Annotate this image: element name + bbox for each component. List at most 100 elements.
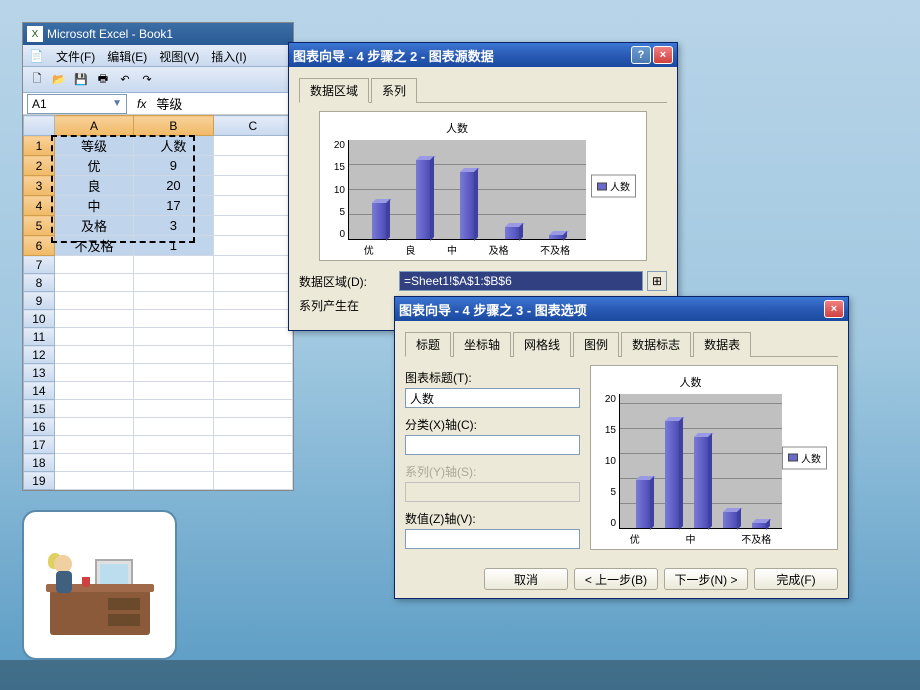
cell-A17[interactable]: [54, 436, 133, 454]
close-icon[interactable]: ×: [824, 300, 844, 318]
cell-A11[interactable]: [54, 328, 133, 346]
menu-insert[interactable]: 插入(I): [205, 45, 252, 66]
row-header-11[interactable]: 11: [24, 328, 55, 346]
cell-A13[interactable]: [54, 364, 133, 382]
tab-datatable[interactable]: 数据表: [693, 332, 751, 357]
cell-B3[interactable]: 20: [134, 176, 213, 196]
cell-B14[interactable]: [134, 382, 213, 400]
cell-B18[interactable]: [134, 454, 213, 472]
undo-icon[interactable]: ↶: [115, 70, 135, 90]
menu-view[interactable]: 视图(V): [153, 45, 205, 66]
wizard3-titlebar[interactable]: 图表向导 - 4 步骤之 3 - 图表选项 ×: [395, 297, 848, 321]
new-icon[interactable]: 🗋: [27, 70, 47, 90]
row-header-2[interactable]: 2: [24, 156, 55, 176]
value-axis-input[interactable]: [405, 529, 580, 549]
cell-A18[interactable]: [54, 454, 133, 472]
doc-icon[interactable]: 📄: [23, 45, 50, 66]
row-header-18[interactable]: 18: [24, 454, 55, 472]
cell-B8[interactable]: [134, 274, 213, 292]
cell-B5[interactable]: 3: [134, 216, 213, 236]
cell-C4[interactable]: [213, 196, 292, 216]
row-header-16[interactable]: 16: [24, 418, 55, 436]
cell-B9[interactable]: [134, 292, 213, 310]
row-header-10[interactable]: 10: [24, 310, 55, 328]
cell-C2[interactable]: [213, 156, 292, 176]
tab-axes[interactable]: 坐标轴: [453, 332, 511, 357]
row-header-15[interactable]: 15: [24, 400, 55, 418]
row-header-5[interactable]: 5: [24, 216, 55, 236]
cell-C15[interactable]: [213, 400, 292, 418]
cell-B4[interactable]: 17: [134, 196, 213, 216]
tab-gridlines[interactable]: 网格线: [513, 332, 571, 357]
print-icon[interactable]: 🖶: [93, 70, 113, 90]
cell-B6[interactable]: 1: [134, 236, 213, 256]
data-range-input[interactable]: [399, 271, 643, 291]
cell-C16[interactable]: [213, 418, 292, 436]
wizard2-titlebar[interactable]: 图表向导 - 4 步骤之 2 - 图表源数据 ? ×: [289, 43, 677, 67]
cancel-button[interactable]: 取消: [484, 568, 568, 590]
col-header-B[interactable]: B: [134, 116, 213, 136]
col-header-A[interactable]: A: [54, 116, 133, 136]
row-header-19[interactable]: 19: [24, 472, 55, 490]
chevron-down-icon[interactable]: ▼: [112, 98, 122, 109]
cell-C18[interactable]: [213, 454, 292, 472]
row-header-1[interactable]: 1: [24, 136, 55, 156]
tab-series[interactable]: 系列: [371, 78, 417, 103]
cell-B15[interactable]: [134, 400, 213, 418]
cell-A14[interactable]: [54, 382, 133, 400]
cell-C10[interactable]: [213, 310, 292, 328]
cell-A6[interactable]: 不及格: [54, 236, 133, 256]
redo-icon[interactable]: ↷: [137, 70, 157, 90]
row-header-14[interactable]: 14: [24, 382, 55, 400]
cell-A12[interactable]: [54, 346, 133, 364]
cell-B17[interactable]: [134, 436, 213, 454]
cell-A19[interactable]: [54, 472, 133, 490]
cell-B7[interactable]: [134, 256, 213, 274]
cell-C9[interactable]: [213, 292, 292, 310]
name-box[interactable]: A1 ▼: [27, 94, 127, 114]
cell-A16[interactable]: [54, 418, 133, 436]
row-header-9[interactable]: 9: [24, 292, 55, 310]
back-button[interactable]: < 上一步(B): [574, 568, 658, 590]
finish-button[interactable]: 完成(F): [754, 568, 838, 590]
row-header-13[interactable]: 13: [24, 364, 55, 382]
menu-file[interactable]: 文件(F): [50, 45, 101, 66]
cell-C7[interactable]: [213, 256, 292, 274]
cell-B12[interactable]: [134, 346, 213, 364]
cell-C17[interactable]: [213, 436, 292, 454]
tab-data-range[interactable]: 数据区域: [299, 78, 369, 103]
tab-legend[interactable]: 图例: [573, 332, 619, 357]
cell-B13[interactable]: [134, 364, 213, 382]
cell-C6[interactable]: [213, 236, 292, 256]
cell-B16[interactable]: [134, 418, 213, 436]
cell-B19[interactable]: [134, 472, 213, 490]
cell-B2[interactable]: 9: [134, 156, 213, 176]
row-header-6[interactable]: 6: [24, 236, 55, 256]
cell-C11[interactable]: [213, 328, 292, 346]
next-button[interactable]: 下一步(N) >: [664, 568, 748, 590]
row-header-17[interactable]: 17: [24, 436, 55, 454]
row-header-8[interactable]: 8: [24, 274, 55, 292]
range-picker-icon[interactable]: ⊞: [647, 271, 667, 291]
menu-edit[interactable]: 编辑(E): [101, 45, 153, 66]
cell-A1[interactable]: 等级: [54, 136, 133, 156]
row-header-4[interactable]: 4: [24, 196, 55, 216]
cell-A15[interactable]: [54, 400, 133, 418]
open-icon[interactable]: 📂: [49, 70, 69, 90]
cell-B1[interactable]: 人数: [134, 136, 213, 156]
cell-A5[interactable]: 及格: [54, 216, 133, 236]
cell-C3[interactable]: [213, 176, 292, 196]
tab-titles[interactable]: 标题: [405, 332, 451, 357]
tab-datalabels[interactable]: 数据标志: [621, 332, 691, 357]
cell-C5[interactable]: [213, 216, 292, 236]
cell-C12[interactable]: [213, 346, 292, 364]
cell-C1[interactable]: [213, 136, 292, 156]
cell-B11[interactable]: [134, 328, 213, 346]
col-header-C[interactable]: C: [213, 116, 292, 136]
cell-A9[interactable]: [54, 292, 133, 310]
fx-icon[interactable]: fx: [137, 97, 146, 111]
help-icon[interactable]: ?: [631, 46, 651, 64]
row-header-7[interactable]: 7: [24, 256, 55, 274]
cell-A2[interactable]: 优: [54, 156, 133, 176]
save-icon[interactable]: 💾: [71, 70, 91, 90]
